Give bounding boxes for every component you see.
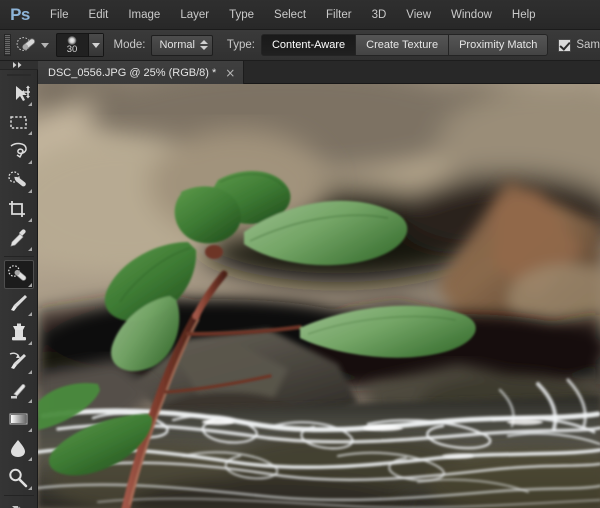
double-chevron-right-icon <box>13 62 22 68</box>
tool-group-corner-icon <box>27 283 32 287</box>
brush-preset-picker[interactable]: 30 <box>55 33 104 57</box>
brush-size-value: 30 <box>66 44 78 55</box>
gradient-icon <box>9 413 28 425</box>
history-brush-tool[interactable] <box>4 347 34 376</box>
toolbar-divider <box>3 256 34 257</box>
quick-selection-icon <box>8 171 26 187</box>
type-button-content-aware[interactable]: Content-Aware <box>260 34 357 56</box>
lasso-tool[interactable] <box>4 137 34 166</box>
tool-group-corner-icon <box>27 218 32 222</box>
quick-selection-tool[interactable] <box>4 166 34 195</box>
sample-all-layers-label: Sam <box>576 39 600 51</box>
options-bar: 30 Mode: Normal Type: Content-Aware Creat… <box>0 30 600 61</box>
spot-healing-brush-icon[interactable] <box>15 33 39 57</box>
stepper-arrows-icon[interactable] <box>199 40 208 50</box>
tool-group-corner-icon <box>27 370 32 374</box>
move-icon <box>16 85 30 101</box>
eraser-tool[interactable] <box>4 376 34 405</box>
clone-stamp-tool[interactable] <box>4 318 34 347</box>
menu-item-view[interactable]: View <box>396 0 441 30</box>
menu-item-layer[interactable]: Layer <box>170 0 219 30</box>
photoshop-window: Ps File Edit Image Layer Type Select Filter 3D V… <box>0 0 600 508</box>
collapse-panel-button[interactable] <box>0 61 38 70</box>
blur-icon <box>11 440 25 457</box>
photo-stream-plant <box>38 84 600 508</box>
tools-panel: T <box>0 61 38 508</box>
pen-icon <box>12 506 21 508</box>
tool-group-corner-icon <box>27 160 32 164</box>
tool-group-corner-icon <box>27 102 32 106</box>
eraser-icon <box>11 384 26 399</box>
crop-icon <box>9 201 25 217</box>
menu-item-type[interactable]: Type <box>219 0 264 30</box>
type-label: Type: <box>226 39 255 51</box>
menu-item-file[interactable]: File <box>40 0 79 30</box>
tool-group-corner-icon <box>27 428 32 432</box>
toolbar-divider <box>3 495 34 496</box>
type-button-proximity-match[interactable]: Proximity Match <box>449 34 549 56</box>
spot-healing-brush-icon <box>8 265 27 281</box>
eyedropper-tool[interactable] <box>4 224 34 253</box>
type-button-create-texture[interactable]: Create Texture <box>356 34 450 56</box>
menu-item-help[interactable]: Help <box>502 0 546 30</box>
healing-type-button-group: Content-Aware Create Texture Proximity Mat… <box>260 34 549 56</box>
tool-group-corner-icon <box>27 399 32 403</box>
rectangular-marquee-icon <box>10 116 27 129</box>
tool-group-corner-icon <box>27 312 32 316</box>
menu-item-3d[interactable]: 3D <box>362 0 397 30</box>
rectangular-marquee-tool[interactable] <box>4 108 34 137</box>
sample-all-layers-checkbox[interactable]: Sam <box>558 38 600 52</box>
spot-healing-brush-tool[interactable] <box>3 260 34 289</box>
brush-tool[interactable] <box>4 289 34 318</box>
close-icon[interactable]: × <box>225 67 235 79</box>
menu-item-image[interactable]: Image <box>118 0 170 30</box>
lasso-icon <box>10 142 27 158</box>
tool-group-corner-icon <box>27 131 32 135</box>
pen-tool[interactable] <box>4 499 34 508</box>
brush-size-thumbnail: 30 <box>57 34 88 56</box>
mode-label: Mode: <box>113 39 146 51</box>
tool-preset-chevron-down-icon[interactable] <box>40 42 49 48</box>
menu-item-select[interactable]: Select <box>264 0 316 30</box>
tools-panel-grip[interactable] <box>6 74 31 76</box>
document-tab-bar: DSC_0556.JPG @ 25% (RGB/8) * × <box>38 61 600 84</box>
blend-mode-value: Normal <box>159 39 195 51</box>
tool-group-corner-icon <box>27 247 32 251</box>
tool-group-corner-icon <box>27 457 32 461</box>
history-brush-icon <box>9 352 26 369</box>
tool-list: T <box>3 79 34 508</box>
tool-group-corner-icon <box>27 341 32 345</box>
document-tab[interactable]: DSC_0556.JPG @ 25% (RGB/8) * × <box>38 61 245 84</box>
menu-item-edit[interactable]: Edit <box>79 0 119 30</box>
blur-tool[interactable] <box>4 434 34 463</box>
brush-preset-chevron-down-icon[interactable] <box>87 34 103 56</box>
checkbox-checked-icon[interactable] <box>558 38 572 52</box>
document-tab-title: DSC_0556.JPG @ 25% (RGB/8) * <box>48 66 217 79</box>
image-canvas[interactable] <box>38 84 600 508</box>
brush-tip-preview-icon <box>67 36 77 45</box>
blend-mode-select[interactable]: Normal <box>151 34 213 56</box>
menu-item-filter[interactable]: Filter <box>316 0 362 30</box>
dodge-tool[interactable] <box>4 463 34 492</box>
menu-bar: Ps File Edit Image Layer Type Select Filter 3D V… <box>0 0 600 30</box>
gradient-tool[interactable] <box>4 405 34 434</box>
menu-item-window[interactable]: Window <box>441 0 502 30</box>
menu-items: File Edit Image Layer Type Select Filter 3D View… <box>40 0 546 30</box>
brush-icon <box>11 295 27 311</box>
move-tool[interactable] <box>4 79 34 108</box>
crop-tool[interactable] <box>4 195 34 224</box>
eyedropper-icon <box>10 229 26 247</box>
options-bar-grip[interactable] <box>4 34 11 56</box>
tool-group-corner-icon <box>27 189 32 193</box>
tool-group-corner-icon <box>27 486 32 490</box>
dodge-icon <box>9 468 28 488</box>
photoshop-logo: Ps <box>10 4 30 24</box>
clone-stamp-icon <box>12 323 26 341</box>
